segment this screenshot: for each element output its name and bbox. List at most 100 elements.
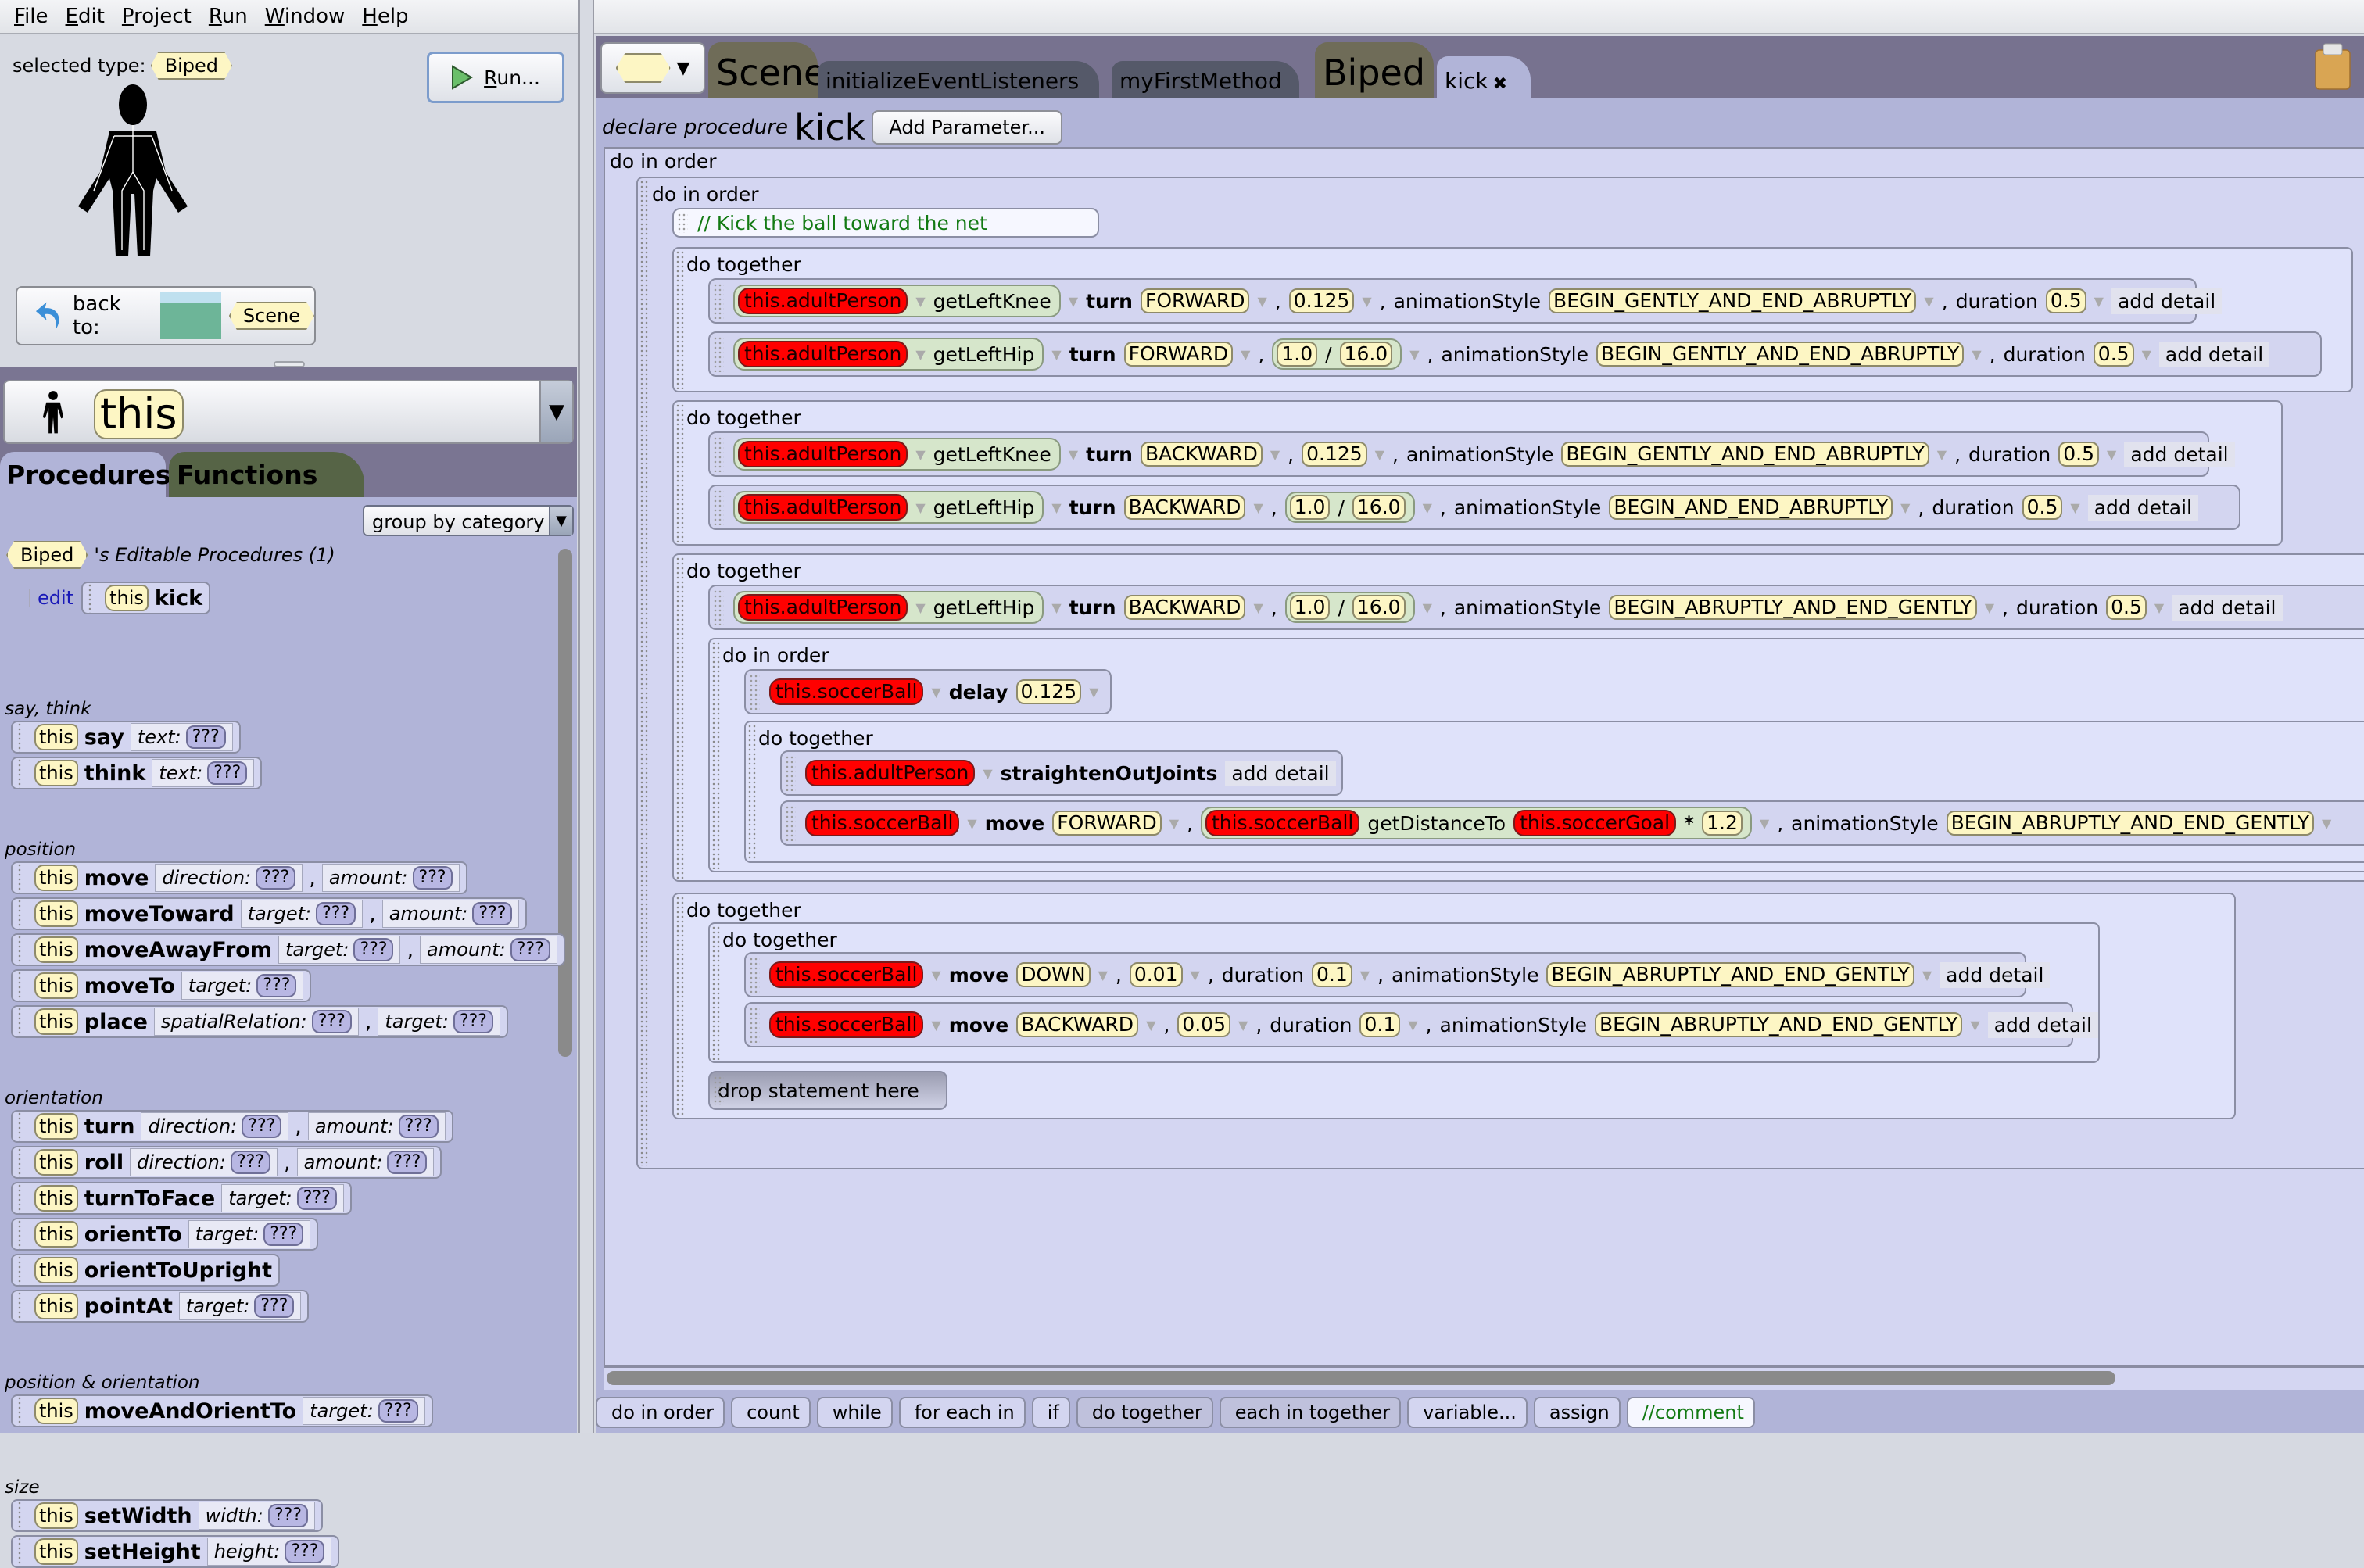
do-in-order-block[interactable]: do in order this.soccerBall ▼ delay 0.125 ▼ … <box>708 638 2364 872</box>
dropdown-arrow-icon[interactable]: ▼ <box>1069 447 1078 462</box>
delay-statement[interactable]: this.soccerBall ▼ delay 0.125 ▼ <box>744 669 1112 714</box>
denominator-value[interactable]: 16.0 <box>1352 495 1406 520</box>
turn-statement[interactable]: this.adultPerson ▼ getLeftKnee ▼ turn BACKWAR… <box>708 431 2235 477</box>
animation-style-value[interactable]: BEGIN_ABRUPTLY_AND_END_GENTLY <box>1594 1012 1963 1037</box>
tab-initialize-event-listeners[interactable]: initializeEventListeners <box>818 61 1099 98</box>
do-together-block[interactable]: do together this.soccerBall ▼ move DOWN ▼, 0.… <box>708 922 2100 1063</box>
dropdown-arrow-icon[interactable]: ▼ <box>1191 968 1200 983</box>
do-together-block[interactable]: do together this.adultPerson ▼ getLeftKnee… <box>672 247 2353 392</box>
tool-count[interactable]: count <box>731 1396 811 1428</box>
function-call[interactable]: this.adultPerson ▼ getLeftKnee <box>733 285 1061 317</box>
direction-value[interactable]: BACKWARD <box>1123 495 1246 520</box>
object-reference[interactable]: this.soccerGoal <box>1513 810 1677 836</box>
object-reference[interactable]: this.adultPerson <box>805 760 976 786</box>
parameter-slot[interactable]: direction:??? <box>141 1112 289 1140</box>
procedure-block[interactable]: this roll direction:???, amount:??? <box>11 1146 442 1179</box>
group-by-select[interactable]: group by category ▼ <box>363 505 574 536</box>
dropdown-arrow-icon[interactable]: ▼ <box>915 500 925 515</box>
dropdown-arrow-icon[interactable]: ▼ <box>1241 347 1250 362</box>
function-call[interactable]: this.adultPerson ▼ getLeftHip <box>733 338 1044 371</box>
dropdown-arrow-icon[interactable]: ▼ <box>983 766 992 781</box>
do-in-order-block[interactable]: do in order // Kick the ball toward the … <box>636 177 2364 1169</box>
direction-value[interactable]: BACKWARD <box>1016 1012 1139 1037</box>
dropdown-arrow-icon[interactable]: ▼ <box>1253 500 1263 515</box>
procedure-block[interactable]: this move direction:???, amount:??? <box>11 861 467 894</box>
function-call[interactable]: this.adultPerson ▼ getLeftKnee <box>733 438 1061 471</box>
tab-kick[interactable]: kick ✖ <box>1437 56 1531 98</box>
direction-value[interactable]: FORWARD <box>1123 342 1234 367</box>
parameter-slot[interactable]: target:??? <box>221 1184 344 1212</box>
menu-project[interactable]: Project <box>122 5 192 28</box>
kick-procedure-block[interactable]: this kick <box>81 582 211 614</box>
duration-value[interactable]: 0.5 <box>2093 342 2134 367</box>
dropdown-arrow-icon[interactable]: ▼ <box>1423 600 1432 615</box>
object-reference[interactable]: this.soccerBall <box>769 961 924 988</box>
parameter-slot[interactable]: direction:??? <box>155 864 303 892</box>
parameter-slot[interactable]: target:??? <box>278 936 401 964</box>
dropdown-arrow-icon[interactable]: ▼ <box>967 816 976 831</box>
duration-value[interactable]: 0.5 <box>2045 288 2086 313</box>
comment-statement[interactable]: // Kick the ball toward the net <box>672 208 1099 238</box>
parameter-slot[interactable]: amount:??? <box>296 1148 435 1176</box>
tab-functions[interactable]: Functions <box>169 452 364 497</box>
dropdown-arrow-icon[interactable]: ▼ <box>1362 294 1371 309</box>
dropdown-arrow-icon[interactable]: ▼ <box>1253 600 1263 615</box>
procedures-scrollbar[interactable] <box>558 549 572 1057</box>
move-statement[interactable]: this.soccerBall ▼ move DOWN ▼, 0.01 ▼, duration… <box>744 952 2051 997</box>
numerator-value[interactable]: 1.0 <box>1289 495 1331 520</box>
parameter-slot[interactable]: width:??? <box>198 1502 315 1530</box>
duration-value[interactable]: 0.1 <box>1359 1012 1401 1037</box>
object-reference[interactable]: this.soccerBall <box>769 1011 924 1038</box>
denominator-value[interactable]: 16.0 <box>1352 595 1406 620</box>
parameter-slot[interactable]: target:??? <box>303 1397 425 1425</box>
dropdown-arrow-icon[interactable]: ▼ <box>2322 816 2331 831</box>
add-detail-button[interactable]: add detail <box>2172 594 2283 621</box>
object-reference[interactable]: this.adultPerson <box>738 494 908 521</box>
horizontal-scrollbar[interactable] <box>604 1366 2364 1390</box>
tool-do-together[interactable]: do together <box>1076 1396 1213 1428</box>
procedure-block[interactable]: this pointAt target:??? <box>11 1290 310 1323</box>
dropdown-arrow-icon[interactable]: ▼ <box>1375 447 1384 462</box>
close-icon[interactable]: ✖ <box>1493 74 1507 94</box>
dropdown-arrow-icon[interactable]: ▼ <box>915 447 925 462</box>
dropdown-arrow-icon[interactable]: ▼ <box>1409 347 1419 362</box>
procedure-block[interactable]: this moveAwayFrom target:???, amount:??? <box>11 933 565 966</box>
object-reference[interactable]: this.soccerBall <box>1205 810 1360 836</box>
dropdown-arrow-icon[interactable]: ▼ <box>1423 500 1432 515</box>
animation-style-value[interactable]: BEGIN_ABRUPTLY_AND_END_GENTLY <box>1946 811 2314 836</box>
dropdown-arrow-icon[interactable]: ▼ <box>1051 600 1061 615</box>
move-statement[interactable]: this.soccerBall ▼ move FORWARD ▼, this.soccer… <box>780 800 2364 846</box>
dropdown-arrow-icon[interactable]: ▼ <box>931 968 940 983</box>
object-reference[interactable]: this.adultPerson <box>738 441 908 467</box>
tool-variable[interactable]: variable... <box>1407 1396 1528 1428</box>
parameter-slot[interactable]: spatialRelation:??? <box>153 1008 359 1036</box>
parameter-slot[interactable]: amount:??? <box>321 864 460 892</box>
division-expression[interactable]: 1.0 / 16.0 <box>1284 592 1415 623</box>
function-call[interactable]: this.adultPerson ▼ getLeftHip <box>733 491 1044 524</box>
dropdown-arrow-icon[interactable]: ▼ <box>931 685 940 700</box>
parameter-slot[interactable]: amount:??? <box>307 1112 446 1140</box>
parameter-slot[interactable]: text:??? <box>130 723 233 751</box>
animation-style-value[interactable]: BEGIN_GENTLY_AND_END_ABRUPTLY <box>1549 288 1917 313</box>
dropdown-arrow-icon[interactable]: ▼ <box>1051 500 1061 515</box>
selected-type-badge[interactable]: Biped <box>151 52 232 80</box>
drop-statement-here[interactable]: drop statement here <box>708 1071 947 1110</box>
dropdown-arrow-icon[interactable]: ▼ <box>1937 447 1947 462</box>
parameter-slot[interactable]: direction:??? <box>130 1148 278 1176</box>
turn-statement[interactable]: this.adultPerson ▼ getLeftKnee ▼ turn FORWARD… <box>708 278 2223 324</box>
animation-style-value[interactable]: BEGIN_GENTLY_AND_END_ABRUPTLY <box>1596 342 1965 367</box>
dropdown-arrow-icon[interactable]: ▼ <box>1900 500 1910 515</box>
dropdown-arrow-icon[interactable]: ▼ <box>1924 294 1933 309</box>
amount-value[interactable]: 0.125 <box>1015 679 1082 704</box>
object-reference[interactable]: this.soccerBall <box>805 810 960 836</box>
edit-link[interactable]: edit <box>38 587 73 609</box>
dropdown-arrow-icon[interactable]: ▼ <box>2142 347 2151 362</box>
chevron-down-icon[interactable]: ▼ <box>549 507 572 535</box>
dropdown-arrow-icon[interactable]: ▼ <box>1760 816 1769 831</box>
animation-style-value[interactable]: BEGIN_AND_END_ABRUPTLY <box>1609 495 1893 520</box>
turn-statement[interactable]: this.adultPerson ▼ getLeftHip ▼ turn BACKWARD… <box>708 485 2240 530</box>
tool-while[interactable]: while <box>816 1396 893 1428</box>
tool-do-in-order[interactable]: do in order <box>596 1396 725 1428</box>
dropdown-arrow-icon[interactable]: ▼ <box>1985 600 1994 615</box>
split-handle[interactable] <box>274 361 305 367</box>
